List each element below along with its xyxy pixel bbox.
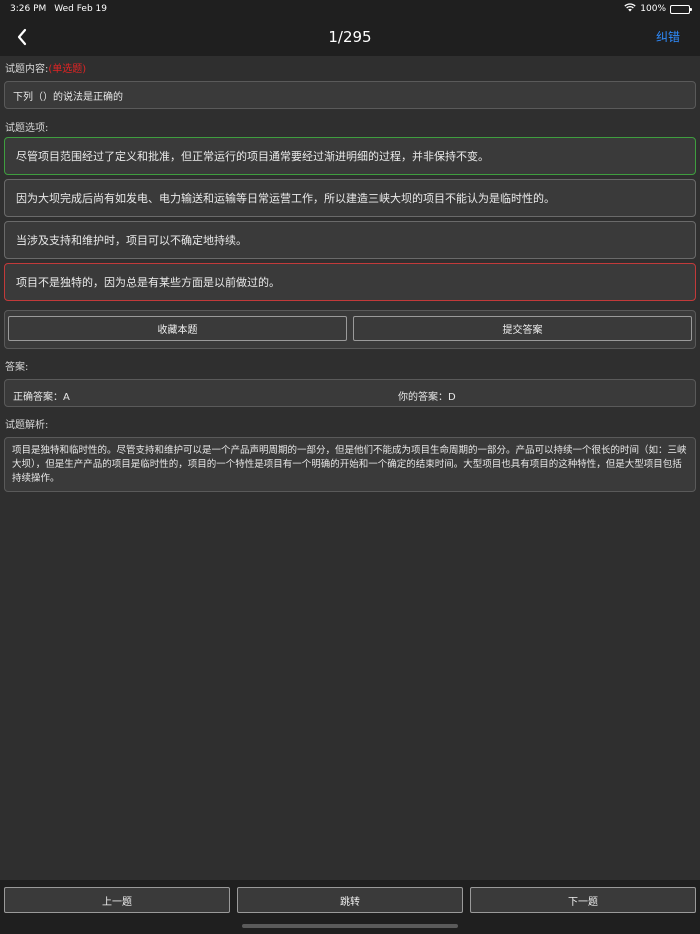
option-c-text: 当涉及支持和维护时，项目可以不确定地持续。: [16, 234, 247, 247]
status-right-group: 100%: [624, 3, 692, 15]
navigation-bar: 1/295 纠错: [0, 18, 700, 56]
answer-label: 答案:: [5, 362, 29, 373]
next-question-button[interactable]: 下一题: [470, 887, 696, 913]
wifi-icon: [624, 3, 636, 15]
status-time: 3:26 PM: [10, 4, 47, 14]
your-answer-label: 你的答案：: [398, 392, 448, 403]
answer-box: 正确答案：A 你的答案：D: [4, 379, 696, 407]
option-b-text: 因为大坝完成后尚有如发电、电力输送和运输等日常运营工作，所以建造三峡大坝的项目不…: [16, 192, 555, 205]
page-title: 1/295: [328, 28, 372, 46]
analysis-text: 项目是独特和临时性的。尽管支持和维护可以是一个产品声明周期的一部分，但是他们不能…: [12, 445, 687, 484]
battery-percent: 100%: [640, 4, 666, 14]
status-date: Wed Feb 19: [54, 4, 107, 14]
submit-answer-button[interactable]: 提交答案: [353, 316, 692, 341]
your-answer: 你的答案：D: [398, 388, 456, 403]
question-type-tag: (单选题): [48, 64, 87, 75]
correct-answer-value: A: [63, 392, 70, 403]
back-button[interactable]: [10, 25, 34, 49]
correct-answer-label: 正确答案：: [13, 392, 63, 403]
option-d[interactable]: 项目不是独特的，因为总是有某些方面是以前做过的。: [4, 263, 696, 301]
option-c[interactable]: 当涉及支持和维护时，项目可以不确定地持续。: [4, 221, 696, 259]
option-b[interactable]: 因为大坝完成后尚有如发电、电力输送和运输等日常运营工作，所以建造三峡大坝的项目不…: [4, 179, 696, 217]
battery-icon: [670, 4, 692, 14]
analysis-label: 试题解析:: [5, 420, 49, 431]
status-bar: 3:26 PM Wed Feb 19 100%: [0, 0, 700, 18]
options-label: 试题选项:: [5, 123, 49, 134]
analysis-box: 项目是独特和临时性的。尽管支持和维护可以是一个产品声明周期的一部分，但是他们不能…: [4, 437, 696, 492]
jump-button[interactable]: 跳转: [237, 887, 463, 913]
previous-question-button[interactable]: 上一题: [4, 887, 230, 913]
correct-answer: 正确答案：A: [13, 388, 70, 403]
your-answer-value: D: [448, 392, 456, 403]
home-indicator[interactable]: [242, 924, 458, 928]
option-a[interactable]: 尽管项目范围经过了定义和批准，但正常运行的项目通常要经过渐进明细的过程，并非保持…: [4, 137, 696, 175]
question-text-box: 下列（）的说法是正确的: [4, 81, 696, 109]
report-error-button[interactable]: 纠错: [656, 28, 680, 45]
chevron-left-icon: [17, 28, 27, 46]
question-content-label: 试题内容:(单选题): [5, 60, 86, 75]
option-d-text: 项目不是独特的，因为总是有某些方面是以前做过的。: [16, 276, 280, 289]
action-button-row: 收藏本题 提交答案: [4, 310, 696, 349]
question-content-label-text: 试题内容:: [5, 64, 49, 75]
question-text: 下列（）的说法是正确的: [13, 91, 123, 103]
option-a-text: 尽管项目范围经过了定义和批准，但正常运行的项目通常要经过渐进明细的过程，并非保持…: [16, 150, 489, 163]
favorite-button[interactable]: 收藏本题: [8, 316, 347, 341]
